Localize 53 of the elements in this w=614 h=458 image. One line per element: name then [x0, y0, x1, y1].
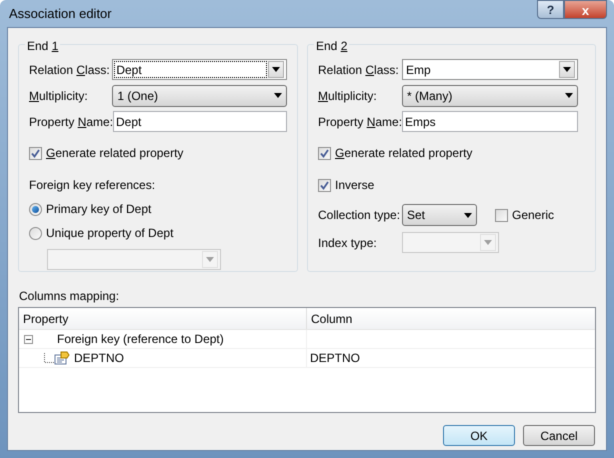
radio-button[interactable] — [29, 226, 42, 240]
dropdown-arrow-icon — [563, 67, 571, 72]
checkbox-label: Generic — [512, 207, 554, 224]
radio-button[interactable] — [29, 202, 42, 216]
field-label: Relation Class: — [318, 62, 399, 76]
table-cell-text: DEPTNO — [74, 350, 124, 367]
checkbox[interactable] — [318, 178, 331, 192]
property-icon — [54, 351, 70, 365]
help-button[interactable]: ? — [537, 0, 564, 19]
dropdown-arrow-icon — [206, 257, 214, 262]
checkbox[interactable] — [318, 146, 331, 160]
checkbox[interactable] — [29, 146, 42, 160]
combo-box[interactable]: Emp — [402, 59, 578, 80]
combo-box[interactable]: Dept — [112, 59, 287, 80]
checkbox-label: Inverse — [335, 177, 374, 194]
window-title: Association editor — [8, 4, 112, 23]
dropdown[interactable]: * (Many) — [402, 84, 578, 106]
checkbox-label: Generate related property — [46, 145, 184, 162]
field-label: Multiplicity: — [29, 88, 88, 102]
cancel-button[interactable]: Cancel — [523, 425, 595, 446]
field-label: Property Name: — [318, 114, 402, 128]
section-label: Columns mapping: — [19, 288, 120, 305]
collapse-icon[interactable] — [24, 334, 33, 344]
dropdown-arrow-icon — [272, 67, 280, 72]
column-header[interactable]: Column — [307, 308, 595, 329]
dropdown[interactable]: Set — [402, 204, 477, 226]
table-cell-text: Foreign key (reference to Dept) — [57, 331, 224, 348]
checkbox-label: Generate related property — [335, 145, 472, 162]
combo-value: Emp — [405, 62, 432, 77]
combo-value: Dept — [115, 62, 266, 77]
field-label: Collection type: — [318, 207, 402, 224]
tree-line-icon — [44, 353, 54, 363]
property-name-field[interactable]: Dept — [113, 111, 287, 132]
column-header[interactable]: Property — [19, 308, 307, 329]
property-name-field[interactable]: Emps — [402, 111, 578, 132]
radio-label: Primary key of Dept — [46, 201, 152, 218]
field-label: Index type: — [318, 234, 378, 252]
close-button[interactable]: x — [564, 0, 607, 19]
field-label: Multiplicity: — [318, 88, 377, 102]
dropdown-arrow-icon — [484, 240, 492, 245]
dropdown-arrow-icon — [274, 93, 282, 98]
radio-label: Unique property of Dept — [46, 225, 174, 242]
dropdown-arrow-icon — [565, 93, 573, 98]
dropdown-arrow-icon — [464, 212, 472, 218]
ok-button[interactable]: OK — [443, 425, 515, 446]
field-label: Relation Class: — [29, 62, 110, 76]
checkbox[interactable] — [495, 208, 508, 222]
table-cell-text: DEPTNO — [309, 350, 362, 367]
group-title: End 2 — [316, 39, 348, 53]
dropdown[interactable]: 1 (One) — [112, 84, 287, 106]
section-label: Foreign key references: — [29, 177, 156, 194]
group-title: End 1 — [27, 39, 58, 53]
field-label: Property Name: — [29, 114, 114, 128]
